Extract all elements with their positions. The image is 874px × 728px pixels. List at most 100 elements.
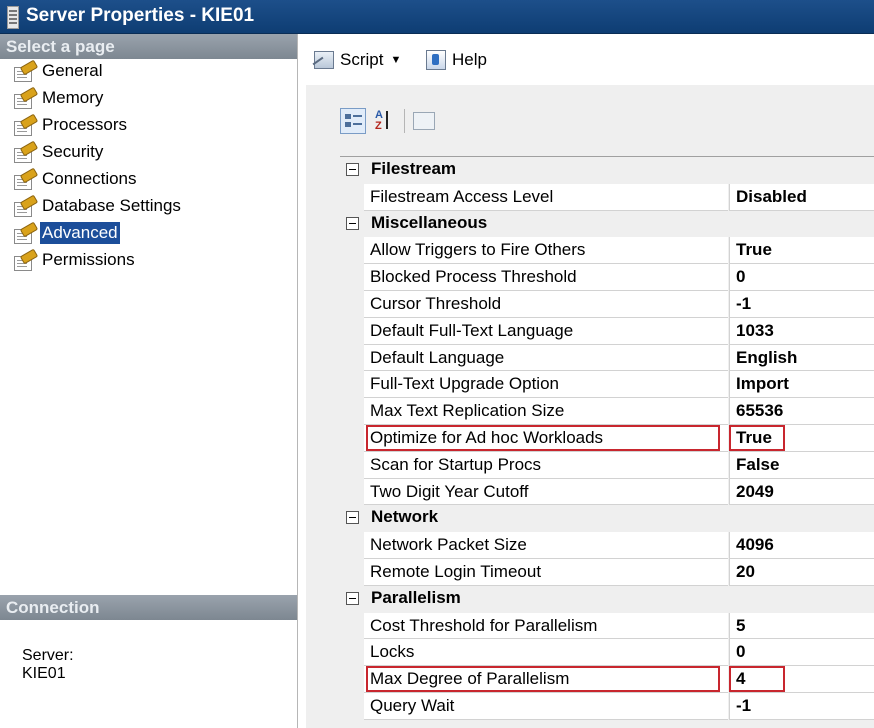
sidebar-item-label: Processors <box>42 115 128 134</box>
property-name: Two Digit Year Cutoff <box>364 478 728 506</box>
property-value[interactable]: True <box>729 424 874 452</box>
property-name: Filestream Access Level <box>364 183 728 211</box>
property-row[interactable]: Allow Triggers to Fire Others True <box>340 237 874 265</box>
property-pages-icon[interactable] <box>413 112 435 130</box>
property-value[interactable]: 2049 <box>729 478 874 506</box>
property-name: Full-Text Upgrade Option <box>364 371 728 399</box>
property-row[interactable]: Remote Login Timeout 20 <box>340 558 874 586</box>
sidebar-item-label: General <box>42 61 103 80</box>
sidebar-item-label: Advanced <box>40 222 120 244</box>
property-value[interactable]: 65536 <box>729 398 874 425</box>
property-value[interactable]: Import <box>729 371 874 399</box>
help-button[interactable]: Help <box>426 48 487 72</box>
property-name: Default Full-Text Language <box>364 317 728 345</box>
script-icon <box>314 51 334 69</box>
page-properties-icon <box>14 248 39 271</box>
sidebar-item-label: Connections <box>42 169 137 188</box>
server-label: Server: <box>22 647 74 664</box>
page-properties-icon <box>14 194 39 217</box>
property-row[interactable]: Two Digit Year Cutoff 2049 <box>340 478 874 506</box>
property-value[interactable]: 4 <box>729 666 874 693</box>
window-title: Server Properties - KIE01 <box>26 5 255 26</box>
category-row[interactable]: Parallelism <box>340 585 874 613</box>
sidebar-item-advanced[interactable]: Advanced <box>0 221 297 248</box>
server-properties-icon <box>7 6 19 29</box>
script-label: Script <box>340 50 384 69</box>
sidebar-item-connections[interactable]: Connections <box>0 167 297 194</box>
sidebar-item-database-settings[interactable]: Database Settings <box>0 194 297 221</box>
property-value[interactable]: 0 <box>729 264 874 291</box>
collapse-icon[interactable] <box>346 163 359 176</box>
property-row[interactable]: Default Full-Text Language 1033 <box>340 317 874 345</box>
property-row[interactable]: Scan for Startup Procs False <box>340 451 874 479</box>
page-properties-icon <box>14 140 39 163</box>
property-value[interactable]: 5 <box>729 612 874 640</box>
sidebar-item-memory[interactable]: Memory <box>0 86 297 113</box>
property-name: Max Text Replication Size <box>364 398 728 425</box>
property-name: Locks <box>364 639 728 667</box>
categorized-view-icon[interactable] <box>340 108 366 134</box>
property-row[interactable]: Query Wait -1 <box>340 692 874 720</box>
property-value[interactable]: 4096 <box>729 532 874 559</box>
title-bar: Server Properties - KIE01 <box>0 0 874 34</box>
property-value[interactable]: -1 <box>729 692 874 720</box>
property-value[interactable]: English <box>729 344 874 372</box>
property-value[interactable]: 0 <box>729 639 874 667</box>
sidebar-item-permissions[interactable]: Permissions <box>0 248 297 275</box>
property-name: Blocked Process Threshold <box>364 264 728 291</box>
property-row[interactable]: Cursor Threshold -1 <box>340 290 874 318</box>
property-row[interactable]: Max Degree of Parallelism 4 <box>340 666 874 693</box>
sidebar-item-security[interactable]: Security <box>0 140 297 167</box>
server-value: KIE01 <box>22 665 66 682</box>
property-name: Network Packet Size <box>364 532 728 559</box>
property-value[interactable]: 20 <box>729 558 874 586</box>
connection-header: Connection <box>0 595 297 620</box>
property-value[interactable]: Disabled <box>729 183 874 211</box>
property-name: Cost Threshold for Parallelism <box>364 612 728 640</box>
sidebar-item-label: Permissions <box>42 250 135 269</box>
sidebar-item-label: Security <box>42 142 104 161</box>
category-row[interactable]: Miscellaneous <box>340 210 874 238</box>
collapse-icon[interactable] <box>346 216 359 230</box>
alphabetical-sort-icon[interactable]: AZ <box>372 108 398 134</box>
help-label: Help <box>452 50 487 69</box>
property-row[interactable]: Locks 0 <box>340 639 874 667</box>
collapse-icon[interactable] <box>346 591 359 605</box>
page-properties-icon <box>14 59 39 82</box>
select-page-header: Select a page <box>0 34 297 59</box>
sidebar-item-processors[interactable]: Processors <box>0 113 297 140</box>
chevron-down-icon[interactable]: ▼ <box>390 54 401 66</box>
property-row[interactable]: Network Packet Size 4096 <box>340 532 874 559</box>
help-icon <box>426 50 446 70</box>
property-value[interactable]: 1033 <box>729 317 874 345</box>
property-value[interactable]: False <box>729 451 874 479</box>
category-row[interactable]: Network <box>340 505 874 533</box>
category-name: Parallelism <box>371 587 461 607</box>
page-list: General Memory Processors Security Conne… <box>0 59 297 275</box>
property-grid-toolbar: AZ <box>340 106 435 136</box>
property-value[interactable]: True <box>729 237 874 265</box>
toolbar: Script ▼ Help <box>298 34 874 85</box>
property-row[interactable]: Optimize for Ad hoc Workloads True <box>340 424 874 452</box>
sidebar-item-label: Memory <box>42 88 104 107</box>
category-name: Miscellaneous <box>371 212 488 232</box>
property-name: Remote Login Timeout <box>364 558 728 586</box>
property-row[interactable]: Default Language English <box>340 344 874 372</box>
category-row[interactable]: Filestream <box>340 157 874 184</box>
property-value[interactable]: -1 <box>729 290 874 318</box>
property-grid: Filestream Filestream Access Level Disable… <box>340 156 874 720</box>
script-button[interactable]: Script ▼ <box>314 48 401 72</box>
property-row[interactable]: Full-Text Upgrade Option Import <box>340 371 874 399</box>
page-properties-icon <box>14 221 39 244</box>
property-row[interactable]: Max Text Replication Size 65536 <box>340 398 874 425</box>
property-row[interactable]: Blocked Process Threshold 0 <box>340 264 874 291</box>
sidebar-item-general[interactable]: General <box>0 59 297 86</box>
property-row[interactable]: Cost Threshold for Parallelism 5 <box>340 612 874 640</box>
connection-info: Server: KIE01 <box>22 647 74 683</box>
property-name: Scan for Startup Procs <box>364 451 728 479</box>
property-name: Allow Triggers to Fire Others <box>364 237 728 265</box>
property-row[interactable]: Filestream Access Level Disabled <box>340 183 874 211</box>
page-properties-icon <box>14 167 39 190</box>
category-name: Network <box>371 507 439 527</box>
collapse-icon[interactable] <box>346 511 359 525</box>
